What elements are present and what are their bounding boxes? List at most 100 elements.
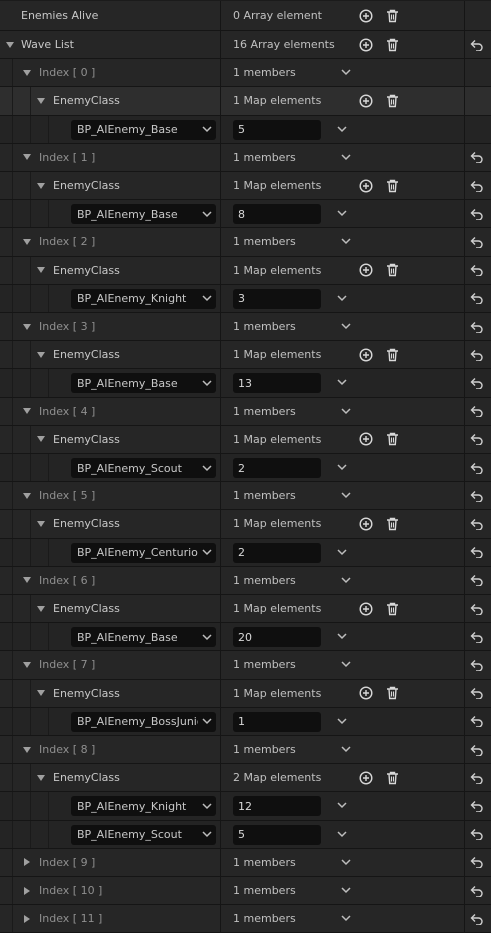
enemy-class-dropdown[interactable]: BP_AIEnemy_Base — [71, 204, 216, 225]
enemy-class-dropdown[interactable]: BP_AIEnemy_Base — [71, 627, 216, 648]
enemy-class-dropdown[interactable]: BP_AIEnemy_Centurion — [71, 542, 216, 563]
enemy-count-input[interactable]: 2 — [233, 542, 321, 563]
add-element-icon[interactable] — [358, 341, 374, 368]
chevron-down-icon[interactable] — [334, 792, 350, 819]
add-element-icon[interactable] — [358, 595, 374, 622]
chevron-down-icon[interactable] — [21, 482, 33, 509]
chevron-down-icon[interactable] — [338, 736, 354, 763]
add-element-icon[interactable] — [358, 172, 374, 199]
chevron-down-icon[interactable] — [21, 736, 33, 763]
chevron-down-icon[interactable] — [21, 144, 33, 171]
chevron-down-icon[interactable] — [334, 623, 350, 650]
chevron-down-icon[interactable] — [35, 510, 47, 537]
chevron-down-icon[interactable] — [4, 31, 16, 58]
delete-icon[interactable] — [384, 87, 400, 114]
enemy-class-dropdown[interactable]: BP_AIEnemy_Scout — [71, 824, 216, 845]
chevron-right-icon[interactable] — [21, 849, 33, 876]
enemy-class-dropdown[interactable]: BP_AIEnemy_BossJunior — [71, 711, 216, 732]
enemy-count-input[interactable]: 5 — [233, 824, 321, 845]
reset-to-default-icon[interactable] — [469, 228, 485, 255]
add-element-icon[interactable] — [358, 680, 374, 707]
enemy-class-dropdown[interactable]: BP_AIEnemy_Knight — [71, 288, 216, 309]
chevron-down-icon[interactable] — [35, 87, 47, 114]
reset-to-default-icon[interactable] — [469, 849, 485, 876]
chevron-down-icon[interactable] — [338, 849, 354, 876]
delete-icon[interactable] — [384, 257, 400, 284]
delete-icon[interactable] — [384, 510, 400, 537]
reset-to-default-icon[interactable] — [469, 736, 485, 763]
reset-to-default-icon[interactable] — [469, 821, 485, 848]
enemy-class-dropdown[interactable]: BP_AIEnemy_Knight — [71, 796, 216, 817]
chevron-down-icon[interactable] — [334, 369, 350, 396]
delete-icon[interactable] — [384, 426, 400, 453]
enemy-count-input[interactable]: 13 — [233, 373, 321, 394]
delete-icon[interactable] — [384, 764, 400, 791]
enemy-count-input[interactable]: 1 — [233, 711, 321, 732]
reset-to-default-icon[interactable] — [469, 426, 485, 453]
reset-to-default-icon[interactable] — [469, 510, 485, 537]
delete-icon[interactable] — [384, 172, 400, 199]
add-element-icon[interactable] — [358, 1, 374, 30]
reset-to-default-icon[interactable] — [469, 792, 485, 819]
reset-to-default-icon[interactable] — [469, 285, 485, 312]
reset-to-default-icon[interactable] — [469, 595, 485, 622]
chevron-down-icon[interactable] — [35, 257, 47, 284]
chevron-down-icon[interactable] — [338, 144, 354, 171]
delete-icon[interactable] — [384, 595, 400, 622]
reset-to-default-icon[interactable] — [469, 708, 485, 735]
reset-to-default-icon[interactable] — [469, 454, 485, 481]
enemy-class-dropdown[interactable]: BP_AIEnemy_Base — [71, 119, 216, 140]
reset-to-default-icon[interactable] — [469, 877, 485, 904]
reset-to-default-icon[interactable] — [469, 172, 485, 199]
chevron-down-icon[interactable] — [334, 821, 350, 848]
chevron-down-icon[interactable] — [21, 228, 33, 255]
chevron-right-icon[interactable] — [21, 877, 33, 904]
reset-to-default-icon[interactable] — [469, 144, 485, 171]
add-element-icon[interactable] — [358, 87, 374, 114]
chevron-down-icon[interactable] — [334, 285, 350, 312]
reset-to-default-icon[interactable] — [469, 905, 485, 932]
reset-to-default-icon[interactable] — [469, 623, 485, 650]
delete-icon[interactable] — [384, 31, 400, 58]
chevron-down-icon[interactable] — [21, 313, 33, 340]
chevron-down-icon[interactable] — [35, 172, 47, 199]
reset-to-default-icon[interactable] — [469, 31, 485, 58]
add-element-icon[interactable] — [358, 426, 374, 453]
chevron-down-icon[interactable] — [334, 539, 350, 566]
chevron-down-icon[interactable] — [338, 651, 354, 678]
add-element-icon[interactable] — [358, 31, 374, 58]
chevron-down-icon[interactable] — [35, 764, 47, 791]
add-element-icon[interactable] — [358, 257, 374, 284]
chevron-down-icon[interactable] — [338, 482, 354, 509]
reset-to-default-icon[interactable] — [469, 257, 485, 284]
chevron-down-icon[interactable] — [35, 426, 47, 453]
enemy-count-input[interactable]: 8 — [233, 204, 321, 225]
reset-to-default-icon[interactable] — [469, 369, 485, 396]
chevron-down-icon[interactable] — [338, 567, 354, 594]
add-element-icon[interactable] — [358, 764, 374, 791]
chevron-down-icon[interactable] — [334, 116, 350, 143]
chevron-down-icon[interactable] — [338, 905, 354, 932]
chevron-down-icon[interactable] — [21, 567, 33, 594]
chevron-down-icon[interactable] — [35, 680, 47, 707]
delete-icon[interactable] — [384, 341, 400, 368]
chevron-down-icon[interactable] — [334, 200, 350, 227]
chevron-right-icon[interactable] — [21, 905, 33, 932]
chevron-down-icon[interactable] — [35, 595, 47, 622]
reset-to-default-icon[interactable] — [469, 482, 485, 509]
reset-to-default-icon[interactable] — [469, 341, 485, 368]
reset-to-default-icon[interactable] — [469, 764, 485, 791]
reset-to-default-icon[interactable] — [469, 651, 485, 678]
delete-icon[interactable] — [384, 1, 400, 30]
reset-to-default-icon[interactable] — [469, 398, 485, 425]
enemy-count-input[interactable]: 2 — [233, 458, 321, 478]
chevron-down-icon[interactable] — [338, 228, 354, 255]
reset-to-default-icon[interactable] — [469, 680, 485, 707]
enemy-class-dropdown[interactable]: BP_AIEnemy_Scout — [71, 458, 216, 478]
chevron-down-icon[interactable] — [338, 398, 354, 425]
enemy-count-input[interactable]: 12 — [233, 796, 321, 817]
reset-to-default-icon[interactable] — [469, 539, 485, 566]
reset-to-default-icon[interactable] — [469, 567, 485, 594]
chevron-down-icon[interactable] — [21, 398, 33, 425]
reset-to-default-icon[interactable] — [469, 200, 485, 227]
